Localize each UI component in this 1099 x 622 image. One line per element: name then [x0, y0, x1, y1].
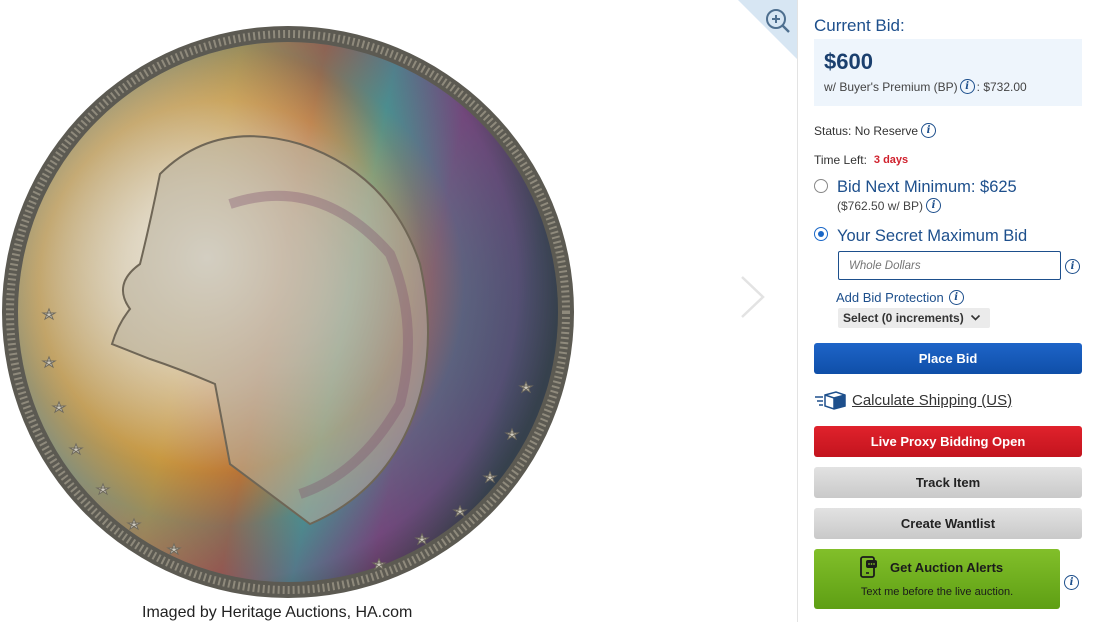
- time-left-row: Time Left: 3 days: [814, 153, 908, 167]
- bid-panel: Current Bid: $600 w/ Buyer's Premium (BP…: [798, 0, 1099, 622]
- status-row: Status: No Reserve i: [814, 123, 937, 138]
- info-icon[interactable]: i: [948, 290, 964, 305]
- chevron-right-icon[interactable]: [738, 274, 768, 320]
- place-bid-button[interactable]: Place Bid: [814, 343, 1082, 374]
- add-bid-protection: Add Bid Protection i: [836, 290, 964, 305]
- radio-bid-next-minimum[interactable]: [814, 179, 828, 193]
- secret-maximum-bid-label[interactable]: Your Secret Maximum Bid: [837, 227, 1027, 246]
- bid-protection-select-value: Select (0 increments): [843, 311, 964, 325]
- create-wantlist-button[interactable]: Create Wantlist: [814, 508, 1082, 539]
- calculate-shipping-link[interactable]: Calculate Shipping (US): [852, 392, 1012, 409]
- info-icon[interactable]: i: [1064, 575, 1079, 590]
- info-icon[interactable]: i: [959, 79, 975, 94]
- info-icon[interactable]: i: [926, 198, 942, 213]
- image-caption: Imaged by Heritage Auctions, HA.com: [142, 604, 413, 621]
- bid-next-minimum-sub: ($762.50 w/ BP) i: [837, 198, 942, 213]
- max-bid-input[interactable]: [838, 251, 1061, 280]
- current-bid-box: $600 w/ Buyer's Premium (BP) i : $732.00: [814, 39, 1082, 106]
- radio-secret-maximum-bid[interactable]: [814, 227, 828, 241]
- auction-alerts-title: Get Auction Alerts: [890, 560, 1004, 575]
- shipping-box-icon: [815, 391, 846, 410]
- current-bid-amount: $600: [824, 49, 873, 74]
- bid-next-minimum-label[interactable]: Bid Next Minimum: $625: [837, 178, 1017, 197]
- bp-label: w/ Buyer's Premium (BP): [824, 79, 958, 94]
- info-icon[interactable]: i: [921, 123, 937, 138]
- bid-protection-select[interactable]: Select (0 increments): [838, 308, 990, 328]
- time-left-label: Time Left:: [814, 153, 867, 167]
- get-auction-alerts-button[interactable]: Get Auction Alerts Text me before the li…: [814, 549, 1060, 609]
- calculate-shipping: Calculate Shipping (US): [814, 390, 1012, 410]
- bp-amount: : $732.00: [976, 79, 1027, 94]
- phone-chat-icon: [860, 556, 877, 578]
- next-min-bp-text: ($762.50 w/ BP): [837, 198, 924, 213]
- live-proxy-bidding-button[interactable]: Live Proxy Bidding Open: [814, 426, 1082, 457]
- add-bid-protection-label: Add Bid Protection: [836, 290, 944, 305]
- info-icon[interactable]: i: [1065, 259, 1080, 274]
- track-item-button[interactable]: Track Item: [814, 467, 1082, 498]
- image-viewer: Imaged by Heritage Auctions, HA.com: [0, 0, 797, 622]
- time-left-value: 3 days: [873, 154, 909, 166]
- chevron-down-icon: [970, 314, 980, 321]
- zoom-in-icon[interactable]: [738, 0, 797, 59]
- auction-alerts-subtitle: Text me before the live auction.: [860, 586, 1014, 598]
- status-label: Status: No Reserve: [814, 123, 919, 138]
- buyers-premium-text: w/ Buyer's Premium (BP) i : $732.00: [824, 79, 1027, 94]
- coin-image[interactable]: [0, 24, 577, 601]
- current-bid-label: Current Bid:: [814, 16, 905, 35]
